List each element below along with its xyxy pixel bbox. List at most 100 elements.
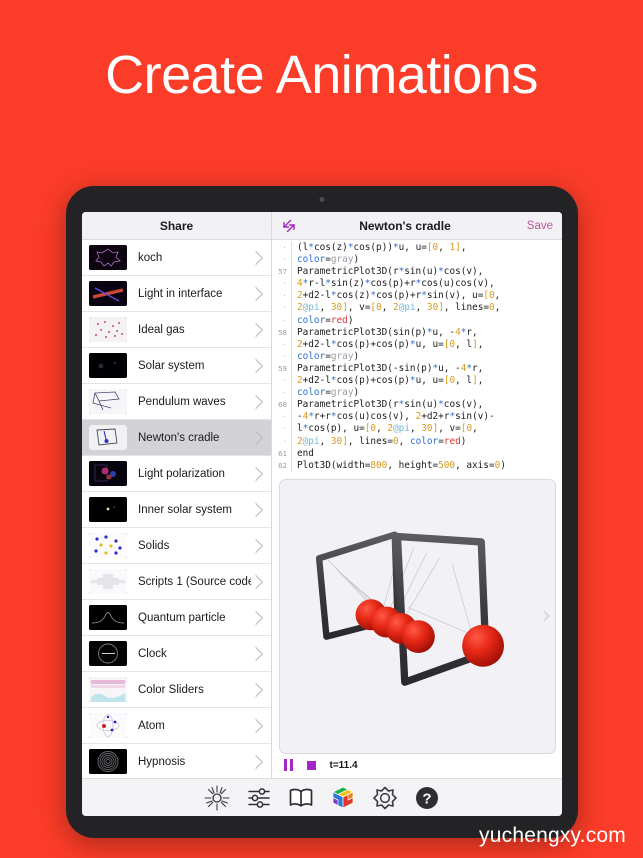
line-number: · [272, 423, 292, 436]
sidebar-item[interactable]: Hypnosis [82, 744, 271, 778]
pause-icon[interactable] [284, 759, 293, 771]
line-number: · [272, 387, 292, 400]
sidebar-item[interactable]: Clock [82, 636, 271, 672]
sidebar-item[interactable]: Light in interface [82, 276, 271, 312]
code-line: · color=gray) [272, 254, 562, 267]
quantum-particle-thumb [89, 605, 127, 630]
sidebar-item-label: Solids [138, 539, 170, 552]
sidebar-item[interactable]: Solar system [82, 348, 271, 384]
koch-thumb [89, 245, 127, 270]
plot-panel[interactable] [279, 478, 556, 754]
sidebar-item[interactable]: Quantum particle [82, 600, 271, 636]
chevron-right-icon[interactable] [248, 610, 264, 625]
sidebar-item[interactable]: Scripts 1 (Source code) [82, 564, 271, 600]
page-title: Create Animations [105, 45, 538, 105]
line-number: 59 [272, 362, 292, 376]
line-number: 57 [272, 266, 292, 279]
code-line: · color=gray) [272, 387, 562, 400]
code-line: · color=gray) [272, 350, 562, 363]
line-number: · [272, 350, 292, 363]
sidebar-item-label: Pendulum waves [138, 395, 226, 408]
playback-controls: t=11.4 [279, 754, 556, 776]
sidebar: Share koch Light in interface Ideal gas Sol… [82, 212, 272, 778]
code-line: · (l*cos(z)*cos(p))*u, u=[0, 1], [272, 242, 562, 255]
chevron-right-icon[interactable] [248, 430, 264, 445]
sparkle-icon[interactable] [204, 784, 230, 811]
sidebar-item-label: Inner solar system [138, 503, 232, 516]
chevron-right-icon[interactable] [248, 646, 264, 661]
sliders-icon[interactable] [246, 785, 272, 811]
chevron-right-icon[interactable] [248, 466, 264, 481]
code-text: 2@pi, 30], lines=0, color=red) [297, 435, 467, 447]
chevron-right-icon[interactable] [248, 574, 264, 589]
sidebar-item[interactable]: koch [82, 240, 271, 276]
chevron-right-icon[interactable] [248, 358, 264, 373]
save-button[interactable]: Save [513, 220, 553, 232]
help-icon[interactable]: ? [414, 785, 440, 811]
tablet-screen: Share koch Light in interface Ideal gas Sol… [82, 212, 562, 816]
inner-solar-system-thumb [89, 497, 127, 522]
code-text: ParametricPlot3D(-sin(p)*u, -4*r, [297, 362, 484, 374]
code-line: · 2@pi, 30], v=[0, 2@pi, 30], lines=0, [272, 302, 562, 315]
line-number: 58 [272, 326, 292, 339]
sidebar-item[interactable]: Inner solar system [82, 492, 271, 528]
line-number: · [272, 435, 292, 448]
sidebar-item[interactable]: Atom [82, 708, 271, 744]
sidebar-item[interactable]: Solids [82, 528, 271, 564]
code-text: color=gray) [297, 350, 360, 362]
sidebar-item[interactable]: Color Sliders [82, 672, 271, 708]
shutter-gear-icon[interactable] [372, 785, 398, 811]
chevron-right-icon[interactable] [248, 754, 264, 769]
chevron-right-icon[interactable] [248, 682, 264, 697]
time-label: t=11.4 [329, 759, 358, 771]
scripts-thumb [89, 569, 127, 594]
sidebar-item[interactable]: Newton's cradle [82, 420, 271, 456]
chevron-right-icon[interactable] [248, 718, 264, 733]
line-number: 61 [272, 447, 292, 460]
chevron-right-icon[interactable] [248, 502, 264, 517]
sidebar-item[interactable]: Ideal gas [82, 312, 271, 348]
code-text: ParametricPlot3D(r*sin(u)*cos(v), [297, 399, 484, 411]
editor-title: Newton's cradle [359, 218, 451, 233]
sidebar-item-label: Scripts 1 (Source code) [138, 575, 251, 588]
collapse-arrows-icon[interactable] [281, 218, 297, 234]
sidebar-list[interactable]: koch Light in interface Ideal gas Solar sys… [82, 240, 271, 778]
line-number: 60 [272, 399, 292, 412]
code-line: · color=red) [272, 314, 562, 327]
chevron-right-icon[interactable] [248, 286, 264, 301]
code-line: · 2+d2-l*cos(p)+cos(p)*u, u=[0, l], [272, 375, 562, 388]
code-line: 57 ParametricPlot3D(r*sin(u)*cos(v), [272, 266, 562, 279]
line-number: · [272, 314, 292, 327]
book-icon[interactable] [288, 785, 314, 811]
line-number: · [272, 254, 292, 267]
sidebar-item-label: Atom [138, 719, 165, 732]
atom-thumb [89, 713, 127, 738]
sidebar-item[interactable]: Light polarization [82, 456, 271, 492]
line-number: · [272, 278, 292, 291]
code-line: 59 ParametricPlot3D(-sin(p)*u, -4*r, [272, 362, 562, 376]
code-text: color=red) [297, 314, 354, 326]
chevron-right-icon[interactable] [248, 250, 264, 265]
chevron-right-icon[interactable] [248, 394, 264, 409]
stop-icon[interactable] [306, 760, 316, 770]
sidebar-item[interactable]: Pendulum waves [82, 384, 271, 420]
code-text: ParametricPlot3D(r*sin(u)*cos(v), [297, 266, 484, 278]
sidebar-item-label: Color Sliders [138, 683, 204, 696]
code-editor[interactable]: · (l*cos(z)*cos(p))*u, u=[0, 1], · color=gr… [272, 240, 562, 474]
line-number: · [272, 338, 292, 351]
code-text: 2+d2-l*cos(z)*cos(p)+r*sin(v), u=[0, [297, 290, 501, 302]
sidebar-item-label: Hypnosis [138, 755, 186, 768]
ideal-gas-thumb [89, 317, 127, 342]
code-text: ParametricPlot3D(sin(p)*u, -4*r, [297, 326, 478, 338]
sidebar-item-label: Quantum particle [138, 611, 226, 624]
cube-icon[interactable] [330, 785, 356, 811]
solids-thumb [89, 533, 127, 558]
code-line: · 4*r-l*sin(z)*cos(p)+r*cos(u)cos(v), [272, 278, 562, 291]
pendulum-waves-thumb [89, 389, 127, 414]
code-text: end [297, 447, 314, 459]
color-sliders-thumb [89, 677, 127, 702]
code-text: color=gray) [297, 387, 360, 399]
code-line: 62 Plot3D(width=800, height=500, axis=0) [272, 459, 562, 472]
chevron-right-icon[interactable] [248, 538, 264, 553]
chevron-right-icon[interactable] [248, 322, 264, 337]
